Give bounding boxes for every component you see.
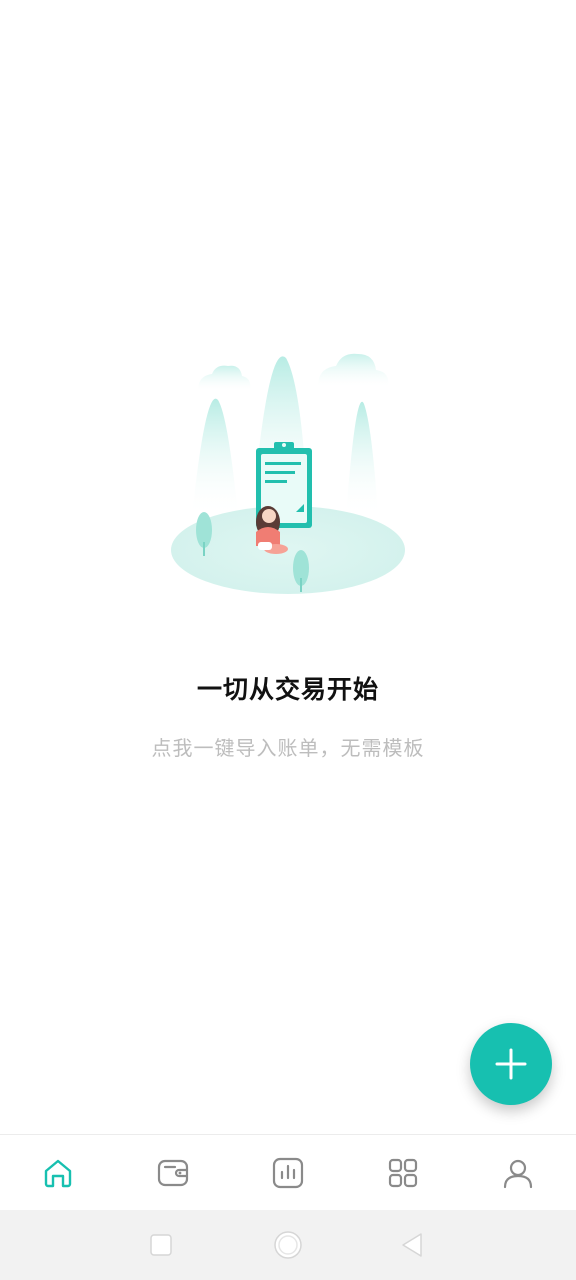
nav-home[interactable]: [0, 1135, 115, 1211]
system-home-button[interactable]: [258, 1210, 318, 1280]
nav-profile[interactable]: [461, 1135, 576, 1211]
user-icon: [504, 1159, 533, 1189]
empty-state-title: 一切从交易开始: [196, 675, 379, 704]
nav-wallet[interactable]: [115, 1135, 230, 1211]
add-transaction-button[interactable]: [470, 1023, 552, 1105]
app-screen: 一切从交易开始 点我一键导入账单，无需模板: [0, 0, 576, 1280]
wallet-icon: [157, 1159, 188, 1187]
home-circle-icon: [274, 1231, 302, 1259]
bar-chart-icon: [272, 1157, 304, 1189]
bottom-navigation: [0, 1134, 576, 1211]
back-icon: [402, 1233, 422, 1257]
back-button[interactable]: [382, 1210, 442, 1280]
plus-icon: [495, 1048, 527, 1080]
grid-icon: [389, 1158, 418, 1188]
nav-stats[interactable]: [230, 1135, 345, 1211]
import-bill-link[interactable]: 点我一键导入账单，无需模板: [0, 732, 576, 761]
system-navigation-bar: [0, 1210, 576, 1280]
empty-state-illustration: [168, 346, 408, 598]
home-icon: [44, 1159, 71, 1188]
recents-button[interactable]: [131, 1210, 191, 1280]
nav-apps[interactable]: [346, 1135, 461, 1211]
recents-icon: [150, 1234, 172, 1256]
